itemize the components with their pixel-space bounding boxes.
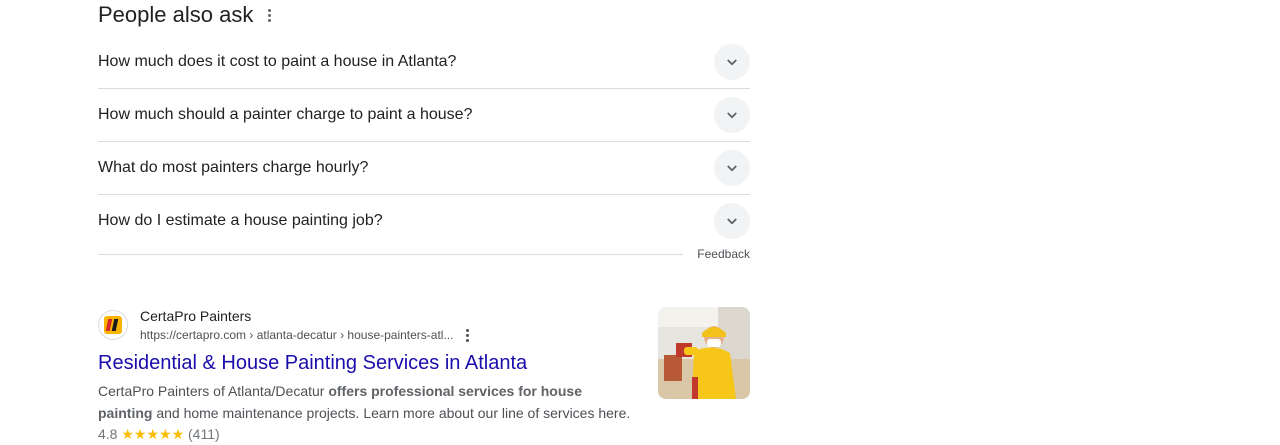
chevron-down-icon[interactable] [714,150,750,186]
paa-question[interactable]: What do most painters charge hourly? [98,142,750,195]
result-title-link[interactable]: Residential & House Painting Services in… [98,350,750,376]
result-snippet: CertaPro Painters of Atlanta/Decatur off… [98,380,638,424]
paa-question[interactable]: How do I estimate a house painting job? [98,195,750,247]
paa-question-text: How do I estimate a house painting job? [98,212,383,229]
site-favicon [98,310,128,340]
chevron-down-icon[interactable] [714,97,750,133]
paa-more-icon[interactable] [265,5,274,26]
paa-question-text: How much should a painter charge to pain… [98,106,473,123]
site-name: CertaPro Painters [140,308,252,324]
rating: 4.8 ★★★★★ (411) [98,424,750,444]
result-source[interactable]: CertaPro Painters https://certapro.com ›… [98,306,750,344]
feedback-link[interactable]: Feedback [697,247,750,261]
result-thumbnail-image[interactable] [658,307,750,399]
paa-title: People also ask [98,2,254,27]
chevron-down-icon[interactable] [714,203,750,239]
star-rating-icon: ★★★★★ [121,426,185,442]
paa-question[interactable]: How much does it cost to paint a house i… [98,36,750,89]
paa-question-text: What do most painters charge hourly? [98,159,369,176]
site-url: https://certapro.com › atlanta-decatur ›… [140,328,454,342]
divider [98,253,684,255]
paa-header: People also ask [98,0,274,30]
paa-list: How much does it cost to paint a house i… [98,36,750,247]
chevron-down-icon[interactable] [714,44,750,80]
paa-question-text: How much does it cost to paint a house i… [98,53,457,70]
snippet-text: CertaPro Painters of Atlanta/Decatur [98,383,329,399]
review-count: (411) [188,426,220,442]
feedback-row: Feedback [98,244,750,264]
search-result: CertaPro Painters https://certapro.com ›… [98,306,750,444]
rating-value: 4.8 [98,426,118,442]
paa-question[interactable]: How much should a painter charge to pain… [98,89,750,142]
result-more-icon[interactable] [463,327,472,344]
painter-photo [658,307,750,399]
snippet-text: and home maintenance projects. Learn mor… [152,405,631,421]
